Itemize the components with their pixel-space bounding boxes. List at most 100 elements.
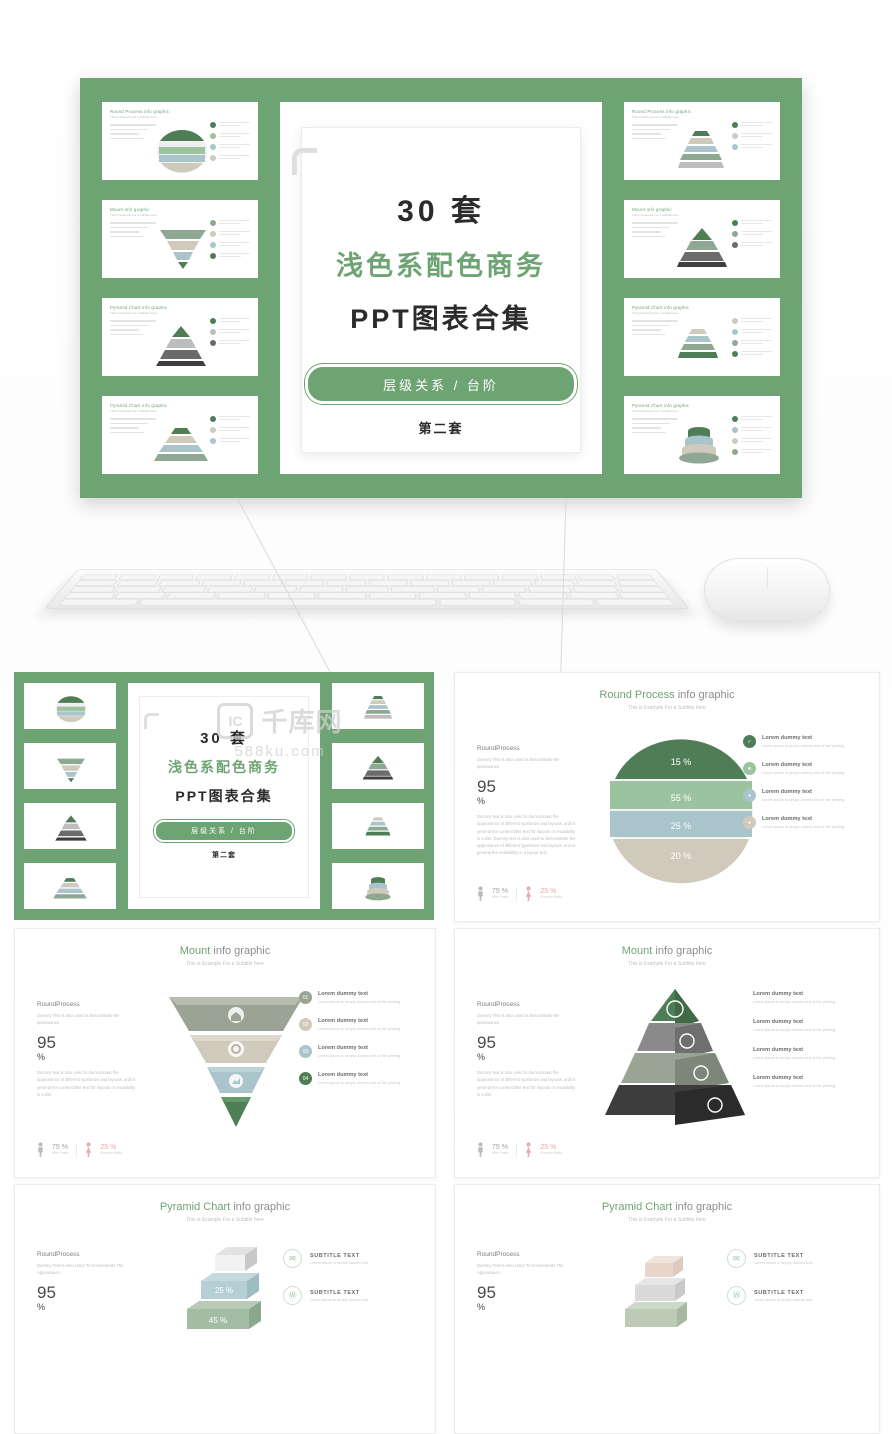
cover-thumb-mini (332, 683, 424, 729)
callout-desc: Lorem ipsum is simply dummy text of the … (753, 1056, 837, 1061)
legend-item: ★ Lorem dummy text Lorem ipsum is simply … (743, 762, 861, 776)
hero-thumb-title: Pyramid Chart info graphic (110, 403, 168, 408)
left-desc: Dummy Text is also used to demonstrate t… (477, 757, 560, 770)
legend-item: Ⓦ SUBTITLE TEXT Lorem ipsum is simply dum… (727, 1286, 857, 1305)
mouse-prop (704, 558, 830, 622)
wordpress-icon: Ⓦ (727, 1286, 746, 1305)
slide-title-accent: Round Process (599, 689, 675, 701)
slide-left-panel: RoundProcess Dummy Text is also used to … (37, 1001, 137, 1098)
steps-graphic (678, 329, 718, 358)
step-pyramid-graphic (154, 428, 208, 461)
legend-bullet-icon: 03 (299, 1045, 312, 1059)
legend-desc: Lorem ipsum is simply dummy text of the … (762, 744, 846, 748)
legend-title: Lorem dummy text (762, 789, 813, 796)
women-ratio-value: 25 % Women Ratio (540, 888, 563, 899)
hero-thumb-lines (110, 222, 156, 240)
man-icon (478, 886, 483, 901)
big-number-unit: % (37, 1052, 46, 1063)
legend-desc: Lorem ipsum is simply dummy text of the … (762, 798, 846, 803)
slide-title-accent: Pyramid Chart (159, 1201, 231, 1213)
legend-item: 03 Lorem dummy text Lorem ipsum is simply… (299, 1045, 417, 1059)
hero-thumb-title: Mount info graphic (110, 207, 150, 212)
hero-cover-mockup: Round Process info graphic This is Examp… (80, 78, 802, 498)
callout-title: Lorem dummy text (753, 1047, 804, 1054)
hero-thumb-legend (210, 416, 250, 449)
hero-line1: 30 套 (397, 195, 485, 228)
hero-thumb: Round Process info graphic This is Examp… (102, 102, 258, 180)
callout-desc: Lorem ipsum is simply dummy text of the … (753, 1084, 837, 1089)
slide-mount-funnel[interactable]: Mount info graphic This is Example For a… (14, 928, 436, 1178)
hero-thumb: Round Process info graphic This is Examp… (624, 102, 780, 180)
slide-left-panel: RoundProcess Dummy Text Is Also Used To … (477, 1251, 577, 1312)
legend-title: SUBTITLE TEXT (310, 1252, 360, 1259)
left-label: RoundProcess (477, 745, 520, 752)
slide-cover-thumb[interactable]: 30 套 浅色系配色商务 PPT图表合集 层级关系 / 台阶 第二套 (14, 672, 434, 920)
slide-title-rest: info graphic (674, 689, 735, 701)
slide-pyramid-chart-2[interactable]: Pyramid Chart info graphic This is Examp… (454, 1184, 880, 1434)
message-icon: ✉ (283, 1249, 302, 1268)
legend-item: Ⓦ SUBTITLE TEXT Lorem ipsum is simply dum… (283, 1286, 413, 1305)
left-desc: Dummy Text Is Also Used To Demonstrate T… (37, 1263, 124, 1276)
pyramid-graphic (156, 326, 206, 366)
legend-title: SUBTITLE TEXT (754, 1252, 804, 1259)
woman-icon (526, 886, 532, 901)
slide-legend: ✉ SUBTITLE TEXT Lorem ipsum is simply dum… (727, 1249, 857, 1305)
man-icon (478, 1142, 483, 1157)
hero-thumb-subtitle: This is Example For a Subtitle here (632, 311, 679, 315)
hero-thumb-title: Pyramid Chart info graphic (632, 403, 690, 408)
legend-desc: Lorem ipsum is simply dummy text of the … (762, 825, 846, 830)
block-stack-chart (625, 1256, 687, 1327)
slide-title: Mount info graphic This is Example For a… (180, 945, 271, 967)
funnel-graphic (57, 758, 85, 783)
legend-desc: Lorem ipsum is simply dummy text of the … (318, 1054, 402, 1059)
slide-footer-stats: 75 % Man Ratio 25 % Women Ratio (37, 1142, 122, 1157)
legend-item: ✓ Lorem dummy text Lorem ipsum is simply … (743, 735, 861, 749)
slide-footer-stats: 75 % Man Ratio 25 % Women Ratio (477, 886, 562, 901)
slide-left-panel: RoundProcess Dummy Text is also used to … (477, 1001, 577, 1098)
message-icon: ✉ (727, 1249, 746, 1268)
hero-thumb-subtitle: This is Example For a Subtitle here (632, 213, 679, 217)
woman-icon (86, 1142, 92, 1157)
hero-thumb-lines (632, 418, 678, 436)
left-desc: Dummy Text is also used to demonstrate t… (37, 1013, 120, 1026)
slide-title-accent: Mount (621, 945, 653, 957)
cover-thumb-mini (24, 683, 116, 729)
legend-item: 02 Lorem dummy text Lorem ipsum is simply… (299, 1018, 417, 1032)
slide-mount-pyramid[interactable]: Mount info graphic This is Example For a… (454, 928, 880, 1178)
legend-title: Lorem dummy text (762, 735, 813, 741)
cover-thumb-center: 30 套 浅色系配色商务 PPT图表合集 层级关系 / 台阶 第二套 (128, 683, 320, 909)
legend-item: 04 Lorem dummy text Lorem ipsum is simply… (299, 1072, 417, 1086)
round-process-graphic (55, 696, 87, 723)
hero-thumb-title: Pyramid Chart info graphic (632, 305, 690, 310)
page-root: Round Process info graphic This is Examp… (0, 0, 892, 1434)
cover-thumb-pill: 层级关系 / 台阶 (154, 820, 294, 842)
hero-thumb-lines (110, 124, 156, 142)
cover-thumb-line3: PPT图表合集 (175, 788, 273, 804)
slide-round-process[interactable]: Round Process info graphic This is Examp… (454, 672, 880, 922)
legend-item: ● Lorem dummy text Lorem ipsum is simply … (743, 816, 861, 830)
left-label: RoundProcess (37, 1001, 80, 1008)
hero-thumb-title: Round Process info graphic (110, 109, 170, 114)
slide-callouts: Lorem dummy text Lorem ipsum is simply d… (753, 991, 865, 1089)
cover-thumb-line2: 浅色系配色商务 (168, 759, 280, 775)
legend-title: Lorem dummy text (762, 762, 813, 769)
left-label: RoundProcess (477, 1001, 520, 1008)
hero-line2: 浅色系配色商务 (336, 251, 546, 281)
round-process-chart: 15 % 55 % 25 % 20 % (609, 739, 753, 884)
chart-label-2: 25 % (671, 821, 692, 831)
man-ratio-value: 75 % Man Ratio (492, 888, 509, 899)
quote-icon (144, 713, 166, 729)
left-paragraph: Dummy text is also used to demonstrate t… (37, 1070, 136, 1097)
big-number-unit: % (477, 1302, 486, 1313)
cover-thumb-mini (332, 743, 424, 789)
legend-title: Lorem dummy text (318, 1072, 369, 1079)
steps-graphic (365, 817, 391, 836)
big-number-unit: % (477, 1052, 486, 1063)
hero-thumb-lines (632, 222, 678, 240)
hero-thumb-lines (110, 320, 156, 338)
slide-legend: ✉ SUBTITLE TEXT Lorem ipsum is simply dum… (283, 1249, 413, 1305)
hero-thumb-title: Mount info graphic (632, 207, 672, 212)
pyramid-graphic (55, 815, 87, 841)
slide-pyramid-chart-1[interactable]: Pyramid Chart info graphic This is Examp… (14, 1184, 436, 1434)
chart-label-0: 25 % (215, 1286, 233, 1295)
